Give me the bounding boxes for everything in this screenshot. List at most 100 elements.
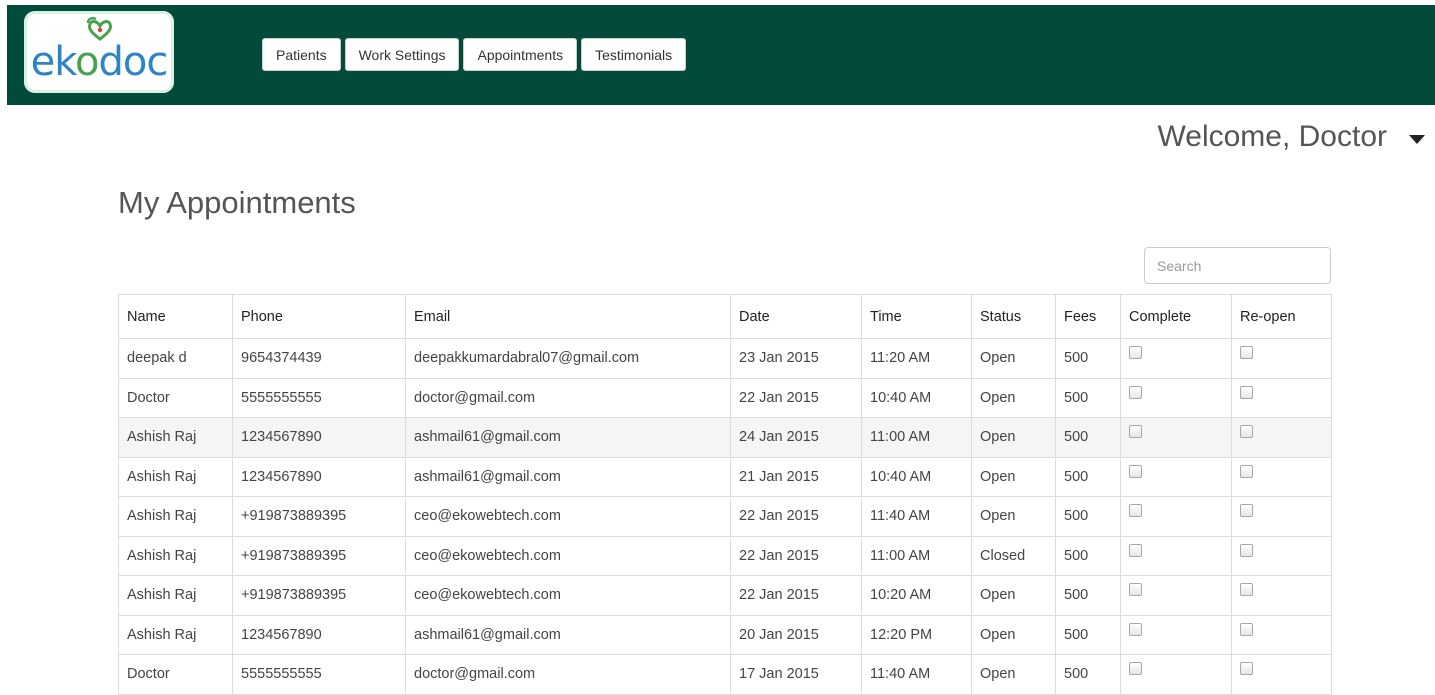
cell-time: 12:20 PM: [861, 614, 972, 655]
cell-date: 22 Jan 2015: [730, 377, 862, 418]
cell-time: 10:40 AM: [861, 456, 972, 497]
complete-checkbox[interactable]: [1129, 425, 1142, 439]
cell-phone: 5555555555: [232, 654, 406, 695]
cell-name: Ashish Raj: [118, 496, 233, 537]
cell-reopen: [1231, 496, 1332, 537]
cell-phone: +919873889395: [232, 496, 406, 537]
cell-fees: 500: [1055, 654, 1121, 695]
cell-name: Ashish Raj: [118, 456, 233, 497]
cell-email: ceo@ekowebtech.com: [405, 535, 731, 576]
cell-date: 17 Jan 2015: [730, 654, 862, 695]
cell-email: doctor@gmail.com: [405, 377, 731, 418]
table-row: Doctor 5555555555 doctor@gmail.com 22 Jan 2…: [118, 377, 1332, 418]
nav-patients-button[interactable]: Patients: [262, 38, 341, 71]
cell-status: Open: [971, 417, 1056, 458]
cell-complete: [1120, 496, 1232, 537]
cell-reopen: [1231, 338, 1332, 379]
cell-phone: 1234567890: [232, 456, 406, 497]
cell-email: ashmail61@gmail.com: [405, 614, 731, 655]
cell-reopen: [1231, 575, 1332, 616]
table-row: Ashish Raj 1234567890 ashmail61@gmail.com 2…: [118, 456, 1332, 497]
cell-date: 20 Jan 2015: [730, 614, 862, 655]
cell-complete: [1120, 575, 1232, 616]
cell-time: 11:00 AM: [861, 535, 972, 576]
reopen-checkbox[interactable]: [1240, 346, 1253, 360]
cell-reopen: [1231, 456, 1332, 497]
complete-checkbox[interactable]: [1129, 622, 1142, 636]
cell-reopen: [1231, 654, 1332, 695]
table-row: Doctor 5555555555 doctor@gmail.com 17 Jan 2…: [118, 654, 1332, 695]
column-header-phone[interactable]: Phone: [232, 294, 406, 339]
reopen-checkbox[interactable]: [1240, 622, 1253, 636]
cell-time: 11:40 AM: [861, 654, 972, 695]
complete-checkbox[interactable]: [1129, 464, 1142, 478]
reopen-checkbox[interactable]: [1240, 504, 1253, 518]
cell-phone: 1234567890: [232, 417, 406, 458]
complete-checkbox[interactable]: [1129, 385, 1142, 399]
column-header-complete[interactable]: Complete: [1120, 294, 1232, 339]
reopen-checkbox[interactable]: [1240, 464, 1253, 478]
column-header-status[interactable]: Status: [971, 294, 1056, 339]
complete-checkbox[interactable]: [1129, 543, 1142, 557]
cell-complete: [1120, 456, 1232, 497]
cell-reopen: [1231, 377, 1332, 418]
cell-status: Open: [971, 575, 1056, 616]
cell-complete: [1120, 377, 1232, 418]
cell-fees: 500: [1055, 496, 1121, 537]
table-row: Ashish Raj 1234567890 ashmail61@gmail.com 2…: [118, 417, 1332, 458]
cell-reopen: [1231, 417, 1332, 458]
cell-time: 11:00 AM: [861, 417, 972, 458]
cell-time: 11:40 AM: [861, 496, 972, 537]
appointments-table: Name Phone Email Date Time Status Fees C…: [118, 294, 1332, 695]
table-row: Ashish Raj +919873889395 ceo@ekowebtech.co…: [118, 575, 1332, 616]
complete-checkbox[interactable]: [1129, 583, 1142, 597]
cell-date: 22 Jan 2015: [730, 535, 862, 576]
search-input[interactable]: [1144, 247, 1331, 284]
column-header-reopen[interactable]: Re-open: [1231, 294, 1332, 339]
welcome-text: Welcome, Doctor: [1157, 120, 1387, 153]
nav-testimonials-button[interactable]: Testimonials: [581, 38, 687, 71]
cell-status: Open: [971, 456, 1056, 497]
nav-appointments-button[interactable]: Appointments: [463, 38, 578, 71]
user-menu[interactable]: Welcome, Doctor: [1157, 120, 1425, 154]
cell-time: 11:20 AM: [861, 338, 972, 379]
cell-name: Ashish Raj: [118, 417, 233, 458]
cell-time: 10:20 AM: [861, 575, 972, 616]
cell-email: ceo@ekowebtech.com: [405, 496, 731, 537]
complete-checkbox[interactable]: [1129, 346, 1142, 360]
cell-status: Open: [971, 338, 1056, 379]
cell-name: Doctor: [118, 654, 233, 695]
top-navbar: ekodoc Patients Work Settings Appointmen…: [7, 5, 1435, 105]
column-header-name[interactable]: Name: [118, 294, 233, 339]
table-row: Ashish Raj 1234567890 ashmail61@gmail.com 2…: [118, 614, 1332, 655]
cell-name: deepak d: [118, 338, 233, 379]
ekodoc-logo[interactable]: ekodoc: [24, 11, 174, 93]
reopen-checkbox[interactable]: [1240, 425, 1253, 439]
cell-complete: [1120, 417, 1232, 458]
reopen-checkbox[interactable]: [1240, 543, 1253, 557]
cell-fees: 500: [1055, 614, 1121, 655]
cell-date: 21 Jan 2015: [730, 456, 862, 497]
cell-date: 22 Jan 2015: [730, 496, 862, 537]
column-header-time[interactable]: Time: [861, 294, 972, 339]
column-header-fees[interactable]: Fees: [1055, 294, 1121, 339]
cell-fees: 500: [1055, 338, 1121, 379]
cell-date: 23 Jan 2015: [730, 338, 862, 379]
cell-phone: 9654374439: [232, 338, 406, 379]
reopen-checkbox[interactable]: [1240, 662, 1253, 676]
column-header-date[interactable]: Date: [730, 294, 862, 339]
cell-email: ashmail61@gmail.com: [405, 456, 731, 497]
cell-name: Doctor: [118, 377, 233, 418]
cell-status: Open: [971, 377, 1056, 418]
nav-work-settings-button[interactable]: Work Settings: [344, 38, 460, 71]
cell-date: 24 Jan 2015: [730, 417, 862, 458]
cell-reopen: [1231, 614, 1332, 655]
column-header-email[interactable]: Email: [405, 294, 731, 339]
cell-email: deepakkumardabral07@gmail.com: [405, 338, 731, 379]
complete-checkbox[interactable]: [1129, 504, 1142, 518]
reopen-checkbox[interactable]: [1240, 385, 1253, 399]
caret-down-icon[interactable]: [1409, 134, 1425, 144]
reopen-checkbox[interactable]: [1240, 583, 1253, 597]
cell-phone: +919873889395: [232, 535, 406, 576]
complete-checkbox[interactable]: [1129, 662, 1142, 676]
